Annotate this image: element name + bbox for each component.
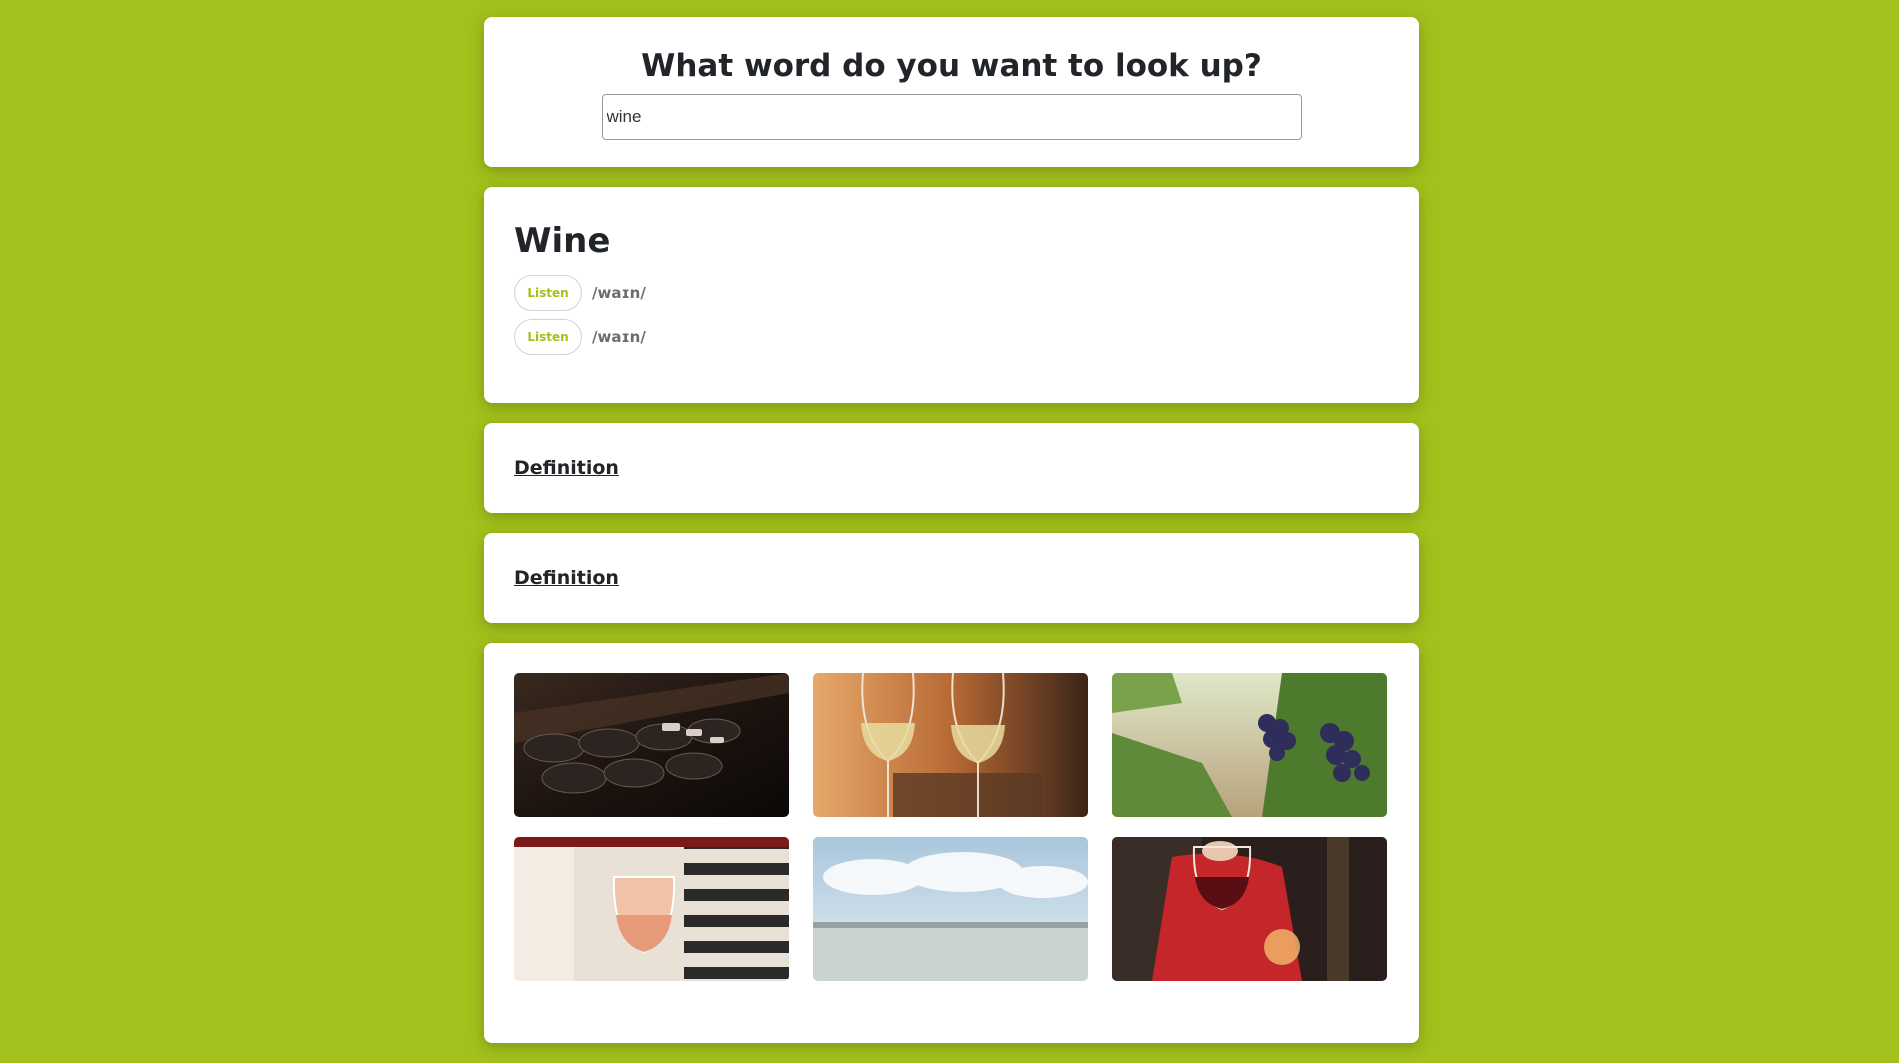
- page-container: What word do you want to look up? Wine L…: [484, 17, 1419, 1063]
- word-title: Wine: [514, 221, 611, 261]
- white-wine-glasses-photo: [813, 673, 1088, 817]
- phonetic-text: /waɪn/: [592, 328, 646, 346]
- definition-card: Definition: [484, 423, 1419, 513]
- listen-button[interactable]: Listen: [514, 275, 582, 311]
- search-input[interactable]: [601, 94, 1302, 140]
- listen-button[interactable]: Listen: [514, 319, 582, 355]
- word-card: Wine Listen /waɪn/ Listen /waɪn/: [484, 187, 1419, 403]
- phonetic-row: Listen /waɪn/: [514, 275, 1389, 311]
- red-wine-glass-photo: [1112, 837, 1387, 981]
- image-grid: [514, 673, 1389, 981]
- images-card: [484, 643, 1419, 1043]
- rose-wine-glass-photo: [514, 837, 789, 981]
- wine-bottles-rack-photo: [514, 673, 789, 817]
- definition-card: Definition: [484, 533, 1419, 623]
- sky-landscape-photo: [813, 837, 1088, 981]
- grapes-vineyard-photo: [1112, 673, 1387, 817]
- definition-heading: Definition: [514, 567, 619, 589]
- search-card: What word do you want to look up?: [484, 17, 1419, 167]
- phonetic-text: /waɪn/: [592, 284, 646, 302]
- phonetic-row: Listen /waɪn/: [514, 319, 1389, 355]
- definition-heading: Definition: [514, 457, 619, 479]
- search-title: What word do you want to look up?: [641, 48, 1262, 84]
